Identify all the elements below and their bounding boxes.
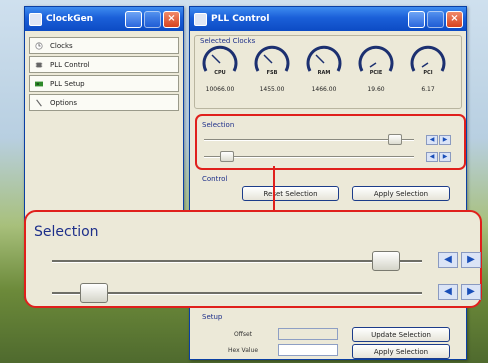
nav-label: PLL Control (50, 60, 90, 69)
nav-item-options[interactable]: Options (29, 94, 179, 111)
pll-title: PLL Control (211, 14, 270, 24)
zoom-arrows-1: ◀ ▶ (438, 252, 481, 268)
highlight-box (195, 114, 466, 170)
nav-item-pll-control[interactable]: PLL Control (29, 56, 179, 73)
zoom-slider-thumb-1[interactable] (371, 251, 400, 271)
clockgen-titlebar[interactable]: ClockGen × (25, 7, 183, 31)
nav-label: Options (50, 98, 78, 107)
app-icon (194, 12, 207, 26)
zoom-arrows-2: ◀ ▶ (438, 284, 481, 300)
minimize-button[interactable] (125, 10, 142, 28)
reset-selection-button[interactable]: Reset Selection (242, 186, 339, 201)
gauge-name: RAM (317, 70, 331, 76)
apply-selection-button-2[interactable]: Apply Selection (352, 344, 450, 359)
maximize-button[interactable] (427, 10, 444, 28)
wrench-icon (36, 98, 42, 107)
gauge-value: 1466.00 (311, 86, 337, 93)
new-value-label: Hex Value (228, 347, 259, 354)
gauge-value: 19.60 (367, 86, 385, 93)
decrease-arrow-icon[interactable]: ◀ (438, 252, 458, 268)
minimize-button[interactable] (408, 10, 425, 28)
setup-label: Setup (202, 313, 223, 321)
offset-field[interactable] (278, 328, 338, 340)
nav-item-clocks[interactable]: Clocks (29, 37, 179, 54)
clock-icon (35, 41, 43, 50)
app-icon (29, 12, 42, 26)
gauge-value: 1455.00 (259, 86, 285, 93)
decrease-arrow-icon[interactable]: ◀ (438, 284, 458, 300)
clockgen-title: ClockGen (46, 14, 94, 24)
new-value-field[interactable] (278, 344, 338, 356)
nav-label: PLL Setup (50, 79, 85, 88)
nav-label: Clocks (50, 41, 73, 50)
pll-titlebar[interactable]: PLL Control × (190, 7, 466, 31)
close-button[interactable]: × (446, 10, 463, 28)
gauge-value: 6.17 (421, 86, 435, 93)
increase-arrow-icon[interactable]: ▶ (461, 252, 481, 268)
chip-icon (35, 62, 43, 67)
zoomed-selection-panel: Selection ◀ ▶ ◀ ▶ (24, 210, 482, 308)
control-label: Control (202, 175, 228, 183)
update-selection-button[interactable]: Update Selection (352, 327, 450, 342)
gauge-value: 10066.00 (205, 86, 235, 93)
nav-item-pll-setup[interactable]: PLL Setup (29, 75, 179, 92)
gauge-name: CPU (214, 70, 226, 76)
apply-selection-button[interactable]: Apply Selection (352, 186, 450, 201)
offset-label: Offset (234, 331, 253, 338)
gauge-name: FSB (266, 70, 278, 76)
zoom-selection-label: Selection (34, 224, 99, 240)
callout-connector (273, 166, 275, 210)
maximize-button[interactable] (144, 10, 161, 28)
increase-arrow-icon[interactable]: ▶ (461, 284, 481, 300)
gauge-name: PCI (423, 70, 433, 76)
gauge-name: PCIE (369, 70, 383, 76)
board-icon (35, 81, 43, 86)
zoom-slider-thumb-2[interactable] (79, 283, 108, 303)
close-button[interactable]: × (163, 10, 180, 28)
zoom-slider-track-1[interactable] (52, 260, 422, 263)
